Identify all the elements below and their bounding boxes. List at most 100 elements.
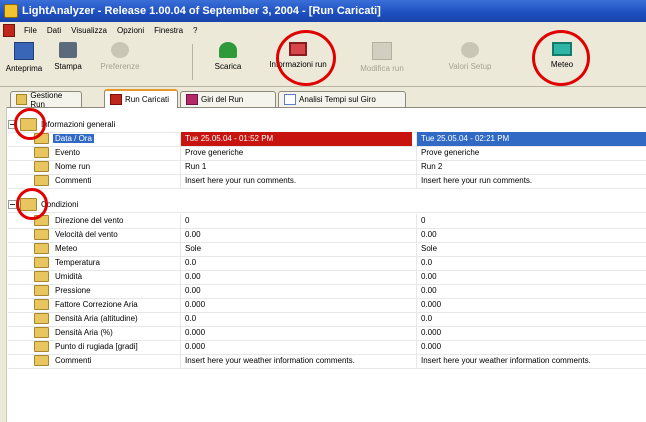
edit-run-icon — [372, 42, 392, 60]
section-general-row[interactable]: Informazioni generali — [8, 118, 646, 133]
preferences-button[interactable]: Preferenze — [94, 42, 146, 84]
print-label: Stampa — [54, 62, 82, 71]
folder-icon — [34, 161, 49, 173]
edit-run-button[interactable]: Modifica run — [352, 42, 412, 84]
table-row[interactable]: Densità Aria (%) 0.000 0.000 — [8, 326, 646, 341]
run1-cell[interactable]: 0.00 — [180, 270, 412, 284]
tab-run-caricati[interactable]: Run Caricati — [104, 89, 178, 108]
run-comparison-grid: Informazioni generali Data / Ora Tue 25.… — [8, 118, 646, 422]
tab-gestione-run[interactable]: Gestione Run — [10, 91, 82, 109]
menu-finestra[interactable]: Finestra — [149, 26, 188, 35]
table-row[interactable]: Pressione 0.00 0.00 — [8, 284, 646, 299]
run2-cell[interactable]: Insert here your run comments. — [416, 174, 646, 188]
row-label: Meteo — [55, 244, 78, 253]
table-row[interactable]: Meteo Sole Sole — [8, 242, 646, 257]
row-label: Data / Ora — [53, 134, 94, 143]
document-icon[interactable] — [3, 23, 15, 37]
table-row[interactable]: Commenti Insert here your weather inform… — [8, 354, 646, 369]
menu-opzioni[interactable]: Opzioni — [112, 26, 149, 35]
row-label: Umidità — [55, 272, 83, 281]
tab-strip: Gestione Run Run Caricati Giri del Run A… — [0, 87, 646, 109]
run2-cell[interactable]: 0.00 — [416, 270, 646, 284]
run1-cell[interactable]: 0.000 — [180, 326, 412, 340]
run2-cell[interactable]: 0.0 — [416, 256, 646, 270]
table-row[interactable]: Data / Ora Tue 25.05.04 - 01:52 PM Tue 2… — [8, 132, 646, 147]
table-row[interactable]: Commenti Insert here your run comments. … — [8, 174, 646, 189]
print-button[interactable]: Stampa — [48, 42, 88, 84]
table-row[interactable]: Temperatura 0.0 0.0 — [8, 256, 646, 271]
tab-label: Analisi Tempi sul Giro — [299, 95, 376, 104]
run1-cell[interactable]: Run 1 — [180, 160, 412, 174]
section-conditions-label: Condizioni — [41, 200, 79, 209]
run1-cell[interactable]: 0.000 — [180, 340, 412, 354]
folder-icon — [34, 341, 49, 353]
run1-cell[interactable]: 0.00 — [180, 284, 412, 298]
table-row[interactable]: Nome run Run 1 Run 2 — [8, 160, 646, 175]
table-row[interactable]: Velocità del vento 0.00 0.00 — [8, 228, 646, 243]
run1-cell[interactable]: 0 — [180, 214, 412, 228]
run1-cell[interactable]: 0.00 — [180, 228, 412, 242]
preferences-label: Preferenze — [100, 62, 140, 71]
app-icon[interactable] — [4, 4, 18, 18]
row-label: Commenti — [55, 356, 92, 365]
collapse-icon[interactable] — [8, 200, 17, 210]
run2-cell[interactable]: 0.00 — [416, 228, 646, 242]
run1-cell[interactable]: Prove generiche — [180, 146, 412, 160]
table-row[interactable]: Evento Prove generiche Prove generiche — [8, 146, 646, 161]
run2-cell[interactable]: 0.000 — [416, 298, 646, 312]
run1-cell[interactable]: Insert here your run comments. — [180, 174, 412, 188]
run1-cell[interactable]: 0.000 — [180, 298, 412, 312]
row-label: Nome run — [55, 162, 91, 171]
menu-help[interactable]: ? — [188, 26, 202, 35]
row-label: Direzione del vento — [55, 216, 124, 225]
menu-visualizza[interactable]: Visualizza — [66, 26, 112, 35]
tab-label: Run Caricati — [125, 95, 170, 104]
run2-cell[interactable]: Sole — [416, 242, 646, 256]
table-row[interactable]: Densità Aria (altitudine) 0.0 0.0 — [8, 312, 646, 327]
run2-cell[interactable]: 0.00 — [416, 284, 646, 298]
run1-cell[interactable]: Insert here your weather information com… — [180, 354, 412, 368]
collapse-icon[interactable] — [8, 120, 17, 130]
folder-icon — [34, 133, 49, 145]
run2-cell[interactable]: 0 — [416, 214, 646, 228]
folder-icon — [34, 299, 49, 311]
folder-icon — [34, 147, 49, 159]
table-row[interactable]: Fattore Correzione Aria 0.000 0.000 — [8, 298, 646, 313]
preview-button[interactable]: Anteprima — [4, 42, 44, 84]
row-label-cell: Direzione del vento — [8, 214, 200, 228]
section-conditions-header: Condizioni — [8, 198, 174, 212]
run2-cell[interactable]: Run 2 — [416, 160, 646, 174]
meteo-button[interactable]: Meteo — [542, 42, 582, 84]
preview-icon — [14, 42, 34, 60]
run2-cell[interactable]: Insert here your weather information com… — [416, 354, 646, 368]
run1-cell[interactable]: Sole — [180, 242, 412, 256]
table-row[interactable]: Umidità 0.00 0.00 — [8, 270, 646, 285]
run1-cell[interactable]: Tue 25.05.04 - 01:52 PM — [180, 132, 412, 146]
tab-label: Giri del Run — [201, 95, 244, 104]
setup-values-icon — [461, 42, 479, 58]
tab-giri-del-run[interactable]: Giri del Run — [180, 91, 276, 107]
table-row[interactable]: Punto di rugiada [gradi] 0.000 0.000 — [8, 340, 646, 355]
table-row[interactable]: Direzione del vento 0 0 — [8, 214, 646, 229]
gear-icon — [111, 42, 129, 58]
menu-file[interactable]: File — [19, 26, 42, 35]
edit-run-label: Modifica run — [360, 64, 404, 73]
row-label: Densità Aria (altitudine) — [55, 314, 138, 323]
menu-dati[interactable]: Dati — [42, 26, 66, 35]
run1-cell[interactable]: 0.0 — [180, 312, 412, 326]
run2-cell[interactable]: 0.0 — [416, 312, 646, 326]
tab-analisi-tempi[interactable]: Analisi Tempi sul Giro — [278, 91, 406, 107]
run1-cell[interactable]: 0.0 — [180, 256, 412, 270]
run2-cell[interactable]: Tue 25.05.04 - 02:21 PM — [416, 132, 646, 146]
run2-cell[interactable]: Prove generiche — [416, 146, 646, 160]
unload-button[interactable]: Scarica — [208, 42, 248, 84]
row-label-cell: Pressione — [8, 284, 200, 298]
folder-icon — [20, 198, 37, 212]
run-info-icon — [289, 42, 307, 56]
setup-values-button[interactable]: Valori Setup — [440, 42, 500, 84]
section-conditions-row[interactable]: Condizioni — [8, 198, 646, 213]
run2-cell[interactable]: 0.000 — [416, 326, 646, 340]
row-label-cell: Punto di rugiada [gradi] — [8, 340, 200, 354]
run2-cell[interactable]: 0.000 — [416, 340, 646, 354]
run-info-button[interactable]: Informazioni run — [266, 42, 330, 84]
